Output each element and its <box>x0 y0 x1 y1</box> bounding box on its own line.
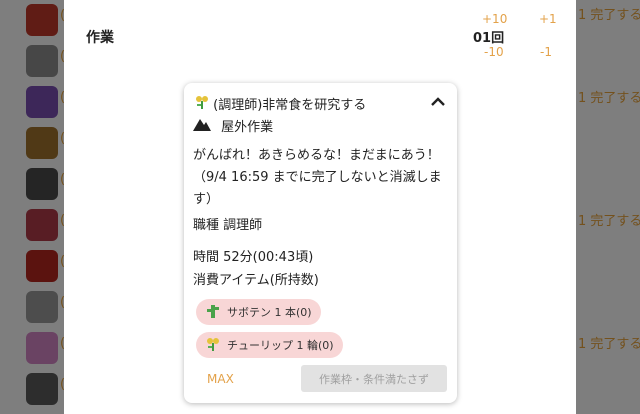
plus-10-button[interactable]: +10 <box>482 12 507 26</box>
minus-1-button[interactable]: -1 <box>540 45 552 59</box>
task-header: (調理師)非常食を研究する <box>195 94 366 113</box>
item-chip-tulip[interactable]: チューリップ 1 輪(0) <box>196 332 343 358</box>
duration: 時間 52分(00:43頃) <box>193 250 314 265</box>
item-chip-cactus[interactable]: サボテン 1 本(0) <box>196 299 321 325</box>
quantity-value: 01回 <box>473 31 505 46</box>
mountain-icon <box>193 118 215 135</box>
plus-1-button[interactable]: +1 <box>539 12 557 26</box>
cactus-icon <box>206 304 220 321</box>
consume-label: 消費アイテム(所持数) <box>193 273 319 288</box>
max-button[interactable]: MAX <box>207 372 234 386</box>
submit-button[interactable]: 作業枠・条件満たさず <box>301 365 447 392</box>
item-name: サボテン 1 本(0) <box>227 306 312 319</box>
job-type: 職種 調理師 <box>193 218 263 233</box>
tulip-icon <box>206 337 220 354</box>
location-line: 屋外作業 <box>193 116 273 135</box>
item-name: チューリップ 1 輪(0) <box>227 339 334 352</box>
minus-10-button[interactable]: -10 <box>484 45 504 59</box>
task-description: がんばれ！あきらめるな！まだまにあう！（9/4 16:59 までに完了しないと消… <box>193 148 442 207</box>
chevron-up-icon[interactable] <box>428 92 448 112</box>
location-label: 屋外作業 <box>221 120 274 135</box>
tulip-icon <box>195 95 209 113</box>
dialog-title: 作業 <box>86 30 114 46</box>
task-card: (調理師)非常食を研究する 屋外作業 がんばれ！あきらめるな！まだまにあう！（9… <box>184 83 457 403</box>
task-title: (調理師)非常食を研究する <box>213 98 367 113</box>
